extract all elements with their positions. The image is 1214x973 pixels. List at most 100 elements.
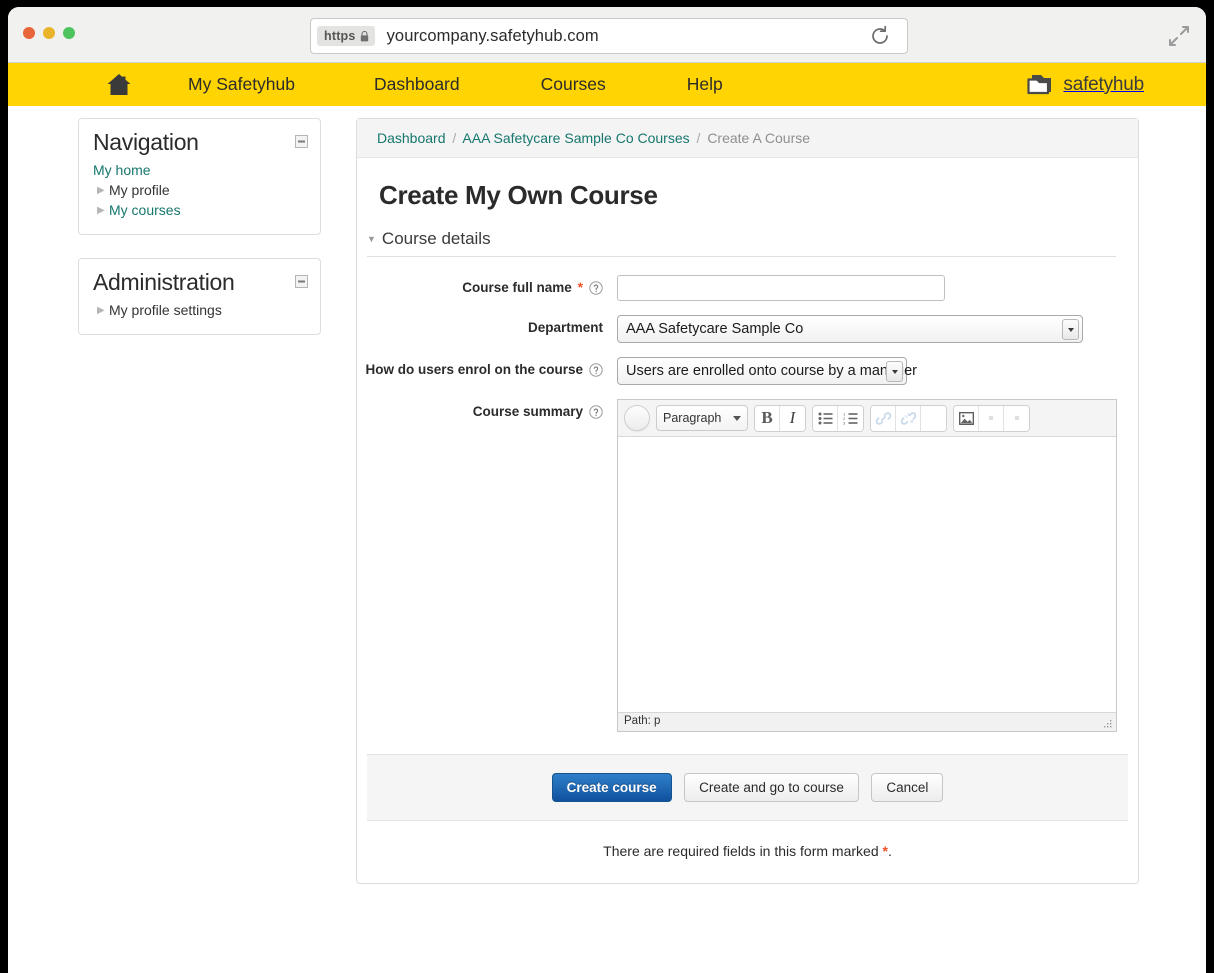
required-fields-note: There are required fields in this form m…: [357, 843, 1138, 859]
main-panel: Dashboard / AAA Safetycare Sample Co Cou…: [356, 118, 1139, 884]
nav-link-help[interactable]: Help: [687, 74, 723, 95]
control-department: AAA Safetycare Sample Co: [617, 315, 1083, 343]
required-note-text: There are required fields in this form m…: [603, 843, 883, 859]
nav-link-courses[interactable]: Courses: [541, 74, 606, 95]
toolbar-group-style: B I: [754, 404, 806, 432]
sidebar-item-my-courses[interactable]: ▶ My courses: [93, 200, 306, 220]
numbered-list-icon[interactable]: 1 2 3: [838, 405, 863, 431]
lock-icon: [360, 30, 368, 41]
address-bar[interactable]: https yourcompany.safetyhub.com: [310, 18, 908, 54]
safetyhub-logo-icon: [1027, 74, 1052, 94]
course-full-name-input[interactable]: [617, 275, 945, 301]
block-navigation: Navigation My home ▶ My profile ▶ My cou…: [78, 118, 321, 235]
label-course-full-name: Course full name *: [357, 275, 603, 295]
collapse-minus-icon[interactable]: [295, 135, 308, 148]
section-course-details-label: Course details: [381, 229, 491, 248]
bullet-list-icon[interactable]: [813, 405, 838, 431]
chevron-down-icon: [733, 416, 741, 421]
sidebar-item-my-profile-settings[interactable]: ▶ My profile settings: [93, 300, 306, 320]
breadcrumb-item-current: Create A Course: [707, 130, 811, 146]
sidebar-item-my-home[interactable]: My home: [93, 160, 306, 180]
caret-right-icon[interactable]: ▶: [93, 185, 109, 196]
breadcrumb-item-dashboard[interactable]: Dashboard: [377, 130, 446, 146]
help-circle-icon[interactable]: [589, 404, 603, 419]
breadcrumb-item-courses[interactable]: AAA Safetycare Sample Co Courses: [462, 130, 689, 146]
breadcrumb-separator: /: [452, 130, 457, 146]
navbar-brand[interactable]: safetyhub: [1025, 72, 1144, 98]
sidebar-item-my-profile-label: My profile: [109, 182, 170, 198]
nav-link-dashboard[interactable]: Dashboard: [374, 74, 460, 95]
cancel-button[interactable]: Cancel: [871, 773, 944, 802]
department-select[interactable]: AAA Safetycare Sample Co: [617, 315, 1083, 343]
editor-content-area[interactable]: [618, 437, 1116, 712]
https-badge: https: [317, 26, 375, 46]
collapse-minus-icon[interactable]: [295, 275, 308, 288]
browser-chrome: https yourcompany.safetyhub.com: [8, 7, 1206, 63]
create-course-button[interactable]: Create course: [551, 773, 672, 802]
svg-text:3: 3: [843, 420, 846, 424]
faint-tool-1-icon[interactable]: [979, 405, 1004, 431]
control-course-summary: Paragraph B I 1 2 3 Path: p: [617, 399, 1117, 732]
image-icon[interactable]: [954, 405, 979, 431]
unlink-icon[interactable]: [896, 405, 921, 431]
sidebar: Navigation My home ▶ My profile ▶ My cou…: [78, 118, 321, 358]
caret-down-icon[interactable]: ▼: [367, 234, 376, 244]
reload-icon[interactable]: [869, 25, 891, 47]
minimize-window-button[interactable]: [43, 27, 55, 39]
main-navbar: My Safetyhub Dashboard Courses Help safe…: [8, 63, 1206, 106]
chevron-down-icon[interactable]: [886, 361, 903, 382]
help-circle-icon[interactable]: [589, 280, 603, 295]
expand-icon[interactable]: [1168, 25, 1190, 47]
browser-window: https yourcompany.safetyhub.com My Safet…: [8, 7, 1206, 973]
label-course-summary-text: Course summary: [472, 404, 583, 419]
format-select-value: Paragraph: [663, 411, 722, 425]
editor-path-status: Path: p: [624, 715, 661, 727]
format-select[interactable]: Paragraph: [656, 405, 748, 431]
editor-toggle-icon[interactable]: [624, 405, 650, 431]
block-administration: Administration ▶ My profile settings: [78, 258, 321, 335]
form-row-department: Department AAA Safetycare Sample Co: [357, 315, 1138, 343]
resize-grip-icon[interactable]: [1102, 718, 1114, 730]
label-enrolment-text: How do users enrol on the course: [365, 362, 583, 377]
zoom-window-button[interactable]: [63, 27, 75, 39]
required-marker: *: [577, 280, 583, 295]
block-navigation-title: Navigation: [93, 129, 199, 155]
toolbar-group-lists: 1 2 3: [812, 404, 864, 432]
nav-link-my-safetyhub[interactable]: My Safetyhub: [188, 74, 295, 95]
department-select-value: AAA Safetycare Sample Co: [626, 321, 804, 337]
chevron-down-icon[interactable]: [1062, 319, 1079, 340]
breadcrumb-separator: /: [696, 130, 701, 146]
control-enrolment: Users are enrolled onto course by a mana…: [617, 357, 917, 385]
rich-text-editor: Paragraph B I 1 2 3 Path: p: [617, 399, 1117, 732]
editor-toolbar: Paragraph B I 1 2 3: [618, 400, 1116, 437]
italic-icon[interactable]: I: [780, 405, 805, 431]
blank-tool-icon[interactable]: [921, 405, 946, 431]
block-administration-title: Administration: [93, 269, 235, 295]
form-actions: Create course Create and go to course Ca…: [367, 754, 1128, 821]
page-body: Navigation My home ▶ My profile ▶ My cou…: [8, 106, 1206, 973]
label-department: Department: [357, 315, 603, 335]
form-row-enrolment: How do users enrol on the course Users a…: [357, 357, 1138, 385]
label-course-summary: Course summary: [357, 399, 603, 419]
required-note-period: .: [887, 843, 892, 859]
editor-status-bar: Path: p: [618, 712, 1116, 731]
close-window-button[interactable]: [23, 27, 35, 39]
toolbar-group-media: [953, 404, 1030, 432]
navbar-links: My Safetyhub Dashboard Courses Help: [133, 74, 723, 95]
sidebar-item-my-profile[interactable]: ▶ My profile: [93, 180, 306, 200]
caret-right-icon[interactable]: ▶: [93, 205, 109, 216]
toolbar-group-links: [870, 404, 947, 432]
url-text[interactable]: yourcompany.safetyhub.com: [387, 27, 869, 46]
breadcrumb: Dashboard / AAA Safetycare Sample Co Cou…: [357, 119, 1138, 158]
sidebar-item-my-courses-label: My courses: [109, 202, 181, 218]
enrolment-select[interactable]: Users are enrolled onto course by a mana…: [617, 357, 917, 385]
create-and-go-to-course-button[interactable]: Create and go to course: [684, 773, 859, 802]
section-course-details[interactable]: ▼ Course details: [367, 229, 1116, 257]
faint-tool-2-icon[interactable]: [1004, 405, 1029, 431]
help-circle-icon[interactable]: [589, 362, 603, 377]
bold-icon[interactable]: B: [755, 405, 780, 431]
home-icon[interactable]: [105, 72, 133, 98]
page-title: Create My Own Course: [379, 180, 658, 210]
link-icon[interactable]: [871, 405, 896, 431]
caret-right-icon[interactable]: ▶: [93, 305, 109, 316]
